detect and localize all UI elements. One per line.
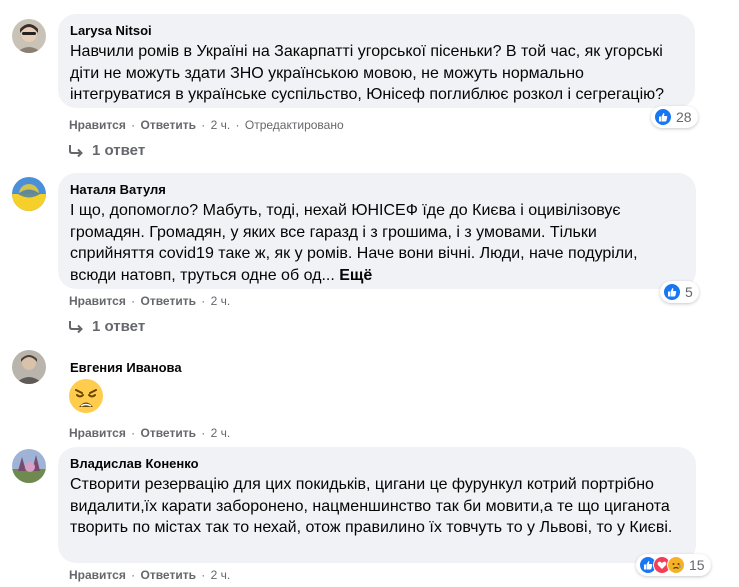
comment-actions: Нравится · Ответить · 2 ч. (69, 426, 231, 440)
reaction-summary[interactable]: 28 (651, 106, 698, 128)
reply-button[interactable]: Ответить (141, 426, 196, 440)
comment-text: І що, допомогло? Мабуть, тоді, нехай ЮНІ… (70, 202, 638, 284)
see-more-link[interactable]: Ещё (339, 267, 372, 284)
reply-button[interactable]: Ответить (141, 294, 196, 308)
like-button[interactable]: Нравится (69, 568, 126, 582)
reply-arrow-icon (69, 320, 83, 333)
replies-count: 1 ответ (92, 318, 146, 335)
replies-count: 1 ответ (92, 142, 146, 159)
reaction-count: 28 (676, 109, 692, 125)
reply-button[interactable]: Ответить (141, 118, 196, 132)
comment-author[interactable]: Евгения Иванова (70, 359, 182, 376)
view-replies-link[interactable]: 1 ответ (68, 318, 145, 335)
comment-actions: Нравится · Ответить · 2 ч. (69, 294, 231, 308)
comment-text: Навчили ромів в Україні на Закарпатті уг… (70, 43, 665, 103)
like-button[interactable]: Нравится (69, 118, 126, 132)
reaction-count: 15 (689, 557, 705, 573)
avatar[interactable] (12, 177, 46, 211)
avatar[interactable] (12, 19, 46, 53)
comment-actions: Нравится · Ответить · 2 ч. (69, 568, 231, 582)
comment-bubble: Larysa Nitsoi Навчили ромів в Україні на… (58, 14, 695, 108)
like-icon (654, 108, 672, 126)
reaction-summary[interactable]: 5 (660, 281, 699, 303)
comment-time[interactable]: 2 ч. (211, 568, 231, 582)
comment-bubble: Владислав Коненко Створити резервацію дл… (58, 447, 696, 563)
reaction-summary[interactable]: 15 (636, 554, 711, 576)
edited-label: Отредактировано (244, 118, 344, 132)
reply-button[interactable]: Ответить (141, 568, 196, 582)
view-replies-link[interactable]: 1 ответ (68, 142, 145, 159)
avatar[interactable] (12, 449, 46, 483)
avatar[interactable] (12, 350, 46, 384)
comment-time[interactable]: 2 ч. (211, 294, 231, 308)
like-button[interactable]: Нравится (69, 294, 126, 308)
comment-text: Створити резервацію для цих покидьків, ц… (70, 476, 673, 536)
reaction-count: 5 (685, 284, 693, 300)
comment-time[interactable]: 2 ч. (211, 118, 231, 132)
comment-actions: Нравится · Ответить · 2 ч. · Отредактиро… (69, 118, 344, 132)
comment-author[interactable]: Владислав Коненко (70, 455, 684, 472)
reply-arrow-icon (69, 144, 83, 157)
sad-icon (667, 556, 685, 574)
comment-bubble: Наталя Ватуля І що, допомогло? Мабуть, т… (58, 173, 696, 289)
comment-author[interactable]: Наталя Ватуля (70, 181, 684, 198)
like-button[interactable]: Нравится (69, 426, 126, 440)
comment-time[interactable]: 2 ч. (211, 426, 231, 440)
like-icon (663, 283, 681, 301)
weary-face-icon (69, 379, 103, 413)
comment-author[interactable]: Larysa Nitsoi (70, 22, 683, 39)
